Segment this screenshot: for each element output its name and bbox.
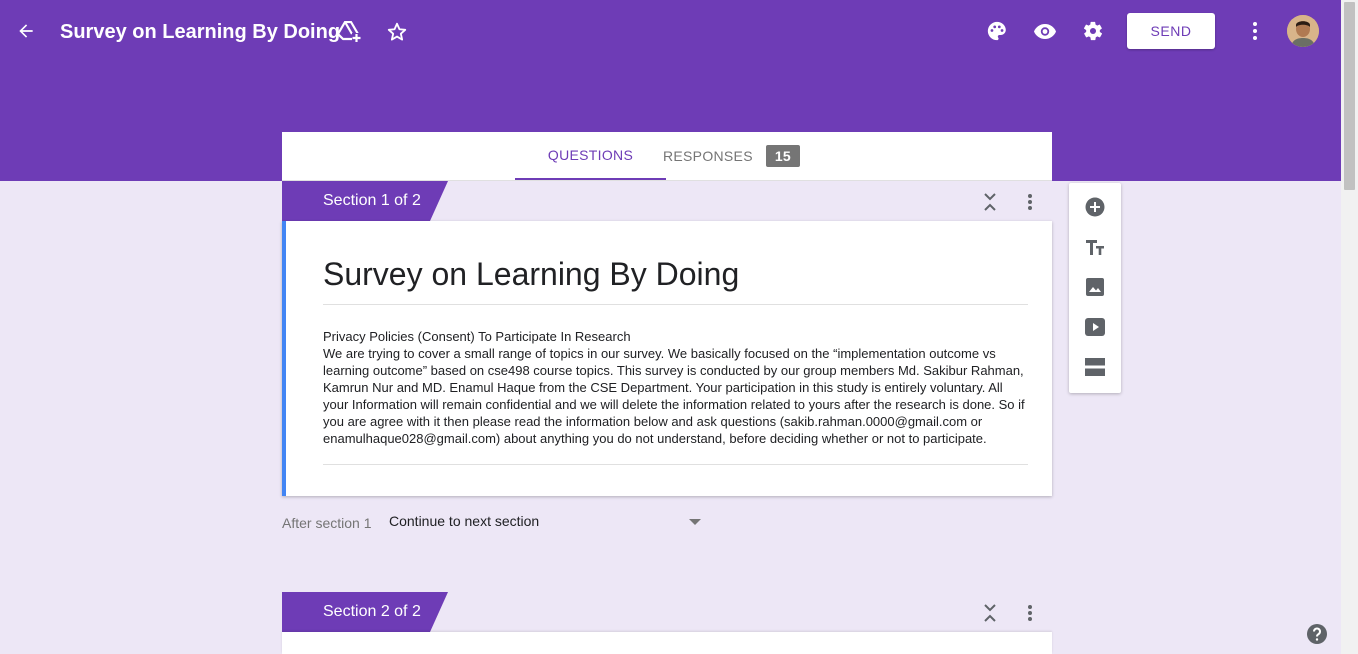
after-section-value: Continue to next section: [389, 513, 540, 529]
collapse-section-2-icon[interactable]: [980, 602, 1000, 624]
add-video-icon[interactable]: [1083, 315, 1107, 339]
section-2-more-icon[interactable]: [1020, 602, 1040, 624]
add-section-icon[interactable]: [1083, 355, 1107, 379]
tab-responses[interactable]: RESPONSES 15: [663, 132, 801, 180]
eye-icon[interactable]: [1032, 18, 1058, 44]
responses-count-badge: 15: [765, 145, 801, 167]
after-section-label: After section 1: [282, 515, 372, 531]
scrollbar-thumb[interactable]: [1344, 2, 1355, 190]
section-1-card[interactable]: Survey on Learning By Doing Privacy Poli…: [282, 221, 1052, 496]
dropdown-caret-icon: [689, 519, 701, 525]
section-2-tag: Section 2 of 2: [282, 592, 448, 632]
description-divider: [323, 464, 1028, 465]
more-vert-icon[interactable]: [1242, 18, 1268, 44]
star-icon[interactable]: [384, 19, 410, 45]
section-2-card[interactable]: [282, 632, 1052, 654]
active-card-accent: [282, 221, 286, 496]
form-description[interactable]: Privacy Policies (Consent) To Participat…: [323, 328, 1028, 447]
page-scrollbar[interactable]: [1341, 0, 1358, 654]
send-button[interactable]: SEND: [1127, 13, 1215, 49]
tab-responses-label: RESPONSES: [663, 148, 753, 164]
gear-icon[interactable]: [1080, 18, 1106, 44]
add-question-icon[interactable]: [1083, 195, 1107, 219]
add-image-icon[interactable]: [1083, 275, 1107, 299]
form-tabs: QUESTIONS RESPONSES 15: [282, 132, 1052, 181]
question-toolbox: [1069, 183, 1121, 393]
after-section-select[interactable]: Continue to next section: [389, 513, 704, 533]
description-body: We are trying to cover a small range of …: [323, 346, 1025, 446]
description-heading: Privacy Policies (Consent) To Participat…: [323, 329, 631, 344]
section-more-icon[interactable]: [1020, 191, 1040, 213]
title-divider: [323, 304, 1028, 305]
add-title-icon[interactable]: [1083, 235, 1107, 259]
form-title[interactable]: Survey on Learning By Doing: [323, 254, 739, 294]
section-1-tag: Section 1 of 2: [282, 181, 448, 221]
avatar[interactable]: [1287, 15, 1319, 47]
drive-add-icon[interactable]: [336, 19, 362, 45]
back-arrow-icon[interactable]: [14, 19, 38, 43]
document-title[interactable]: Survey on Learning By Doing: [60, 19, 340, 45]
collapse-section-icon[interactable]: [980, 191, 1000, 213]
palette-icon[interactable]: [984, 18, 1010, 44]
tab-questions[interactable]: QUESTIONS: [515, 132, 666, 180]
help-icon[interactable]: [1306, 623, 1328, 645]
